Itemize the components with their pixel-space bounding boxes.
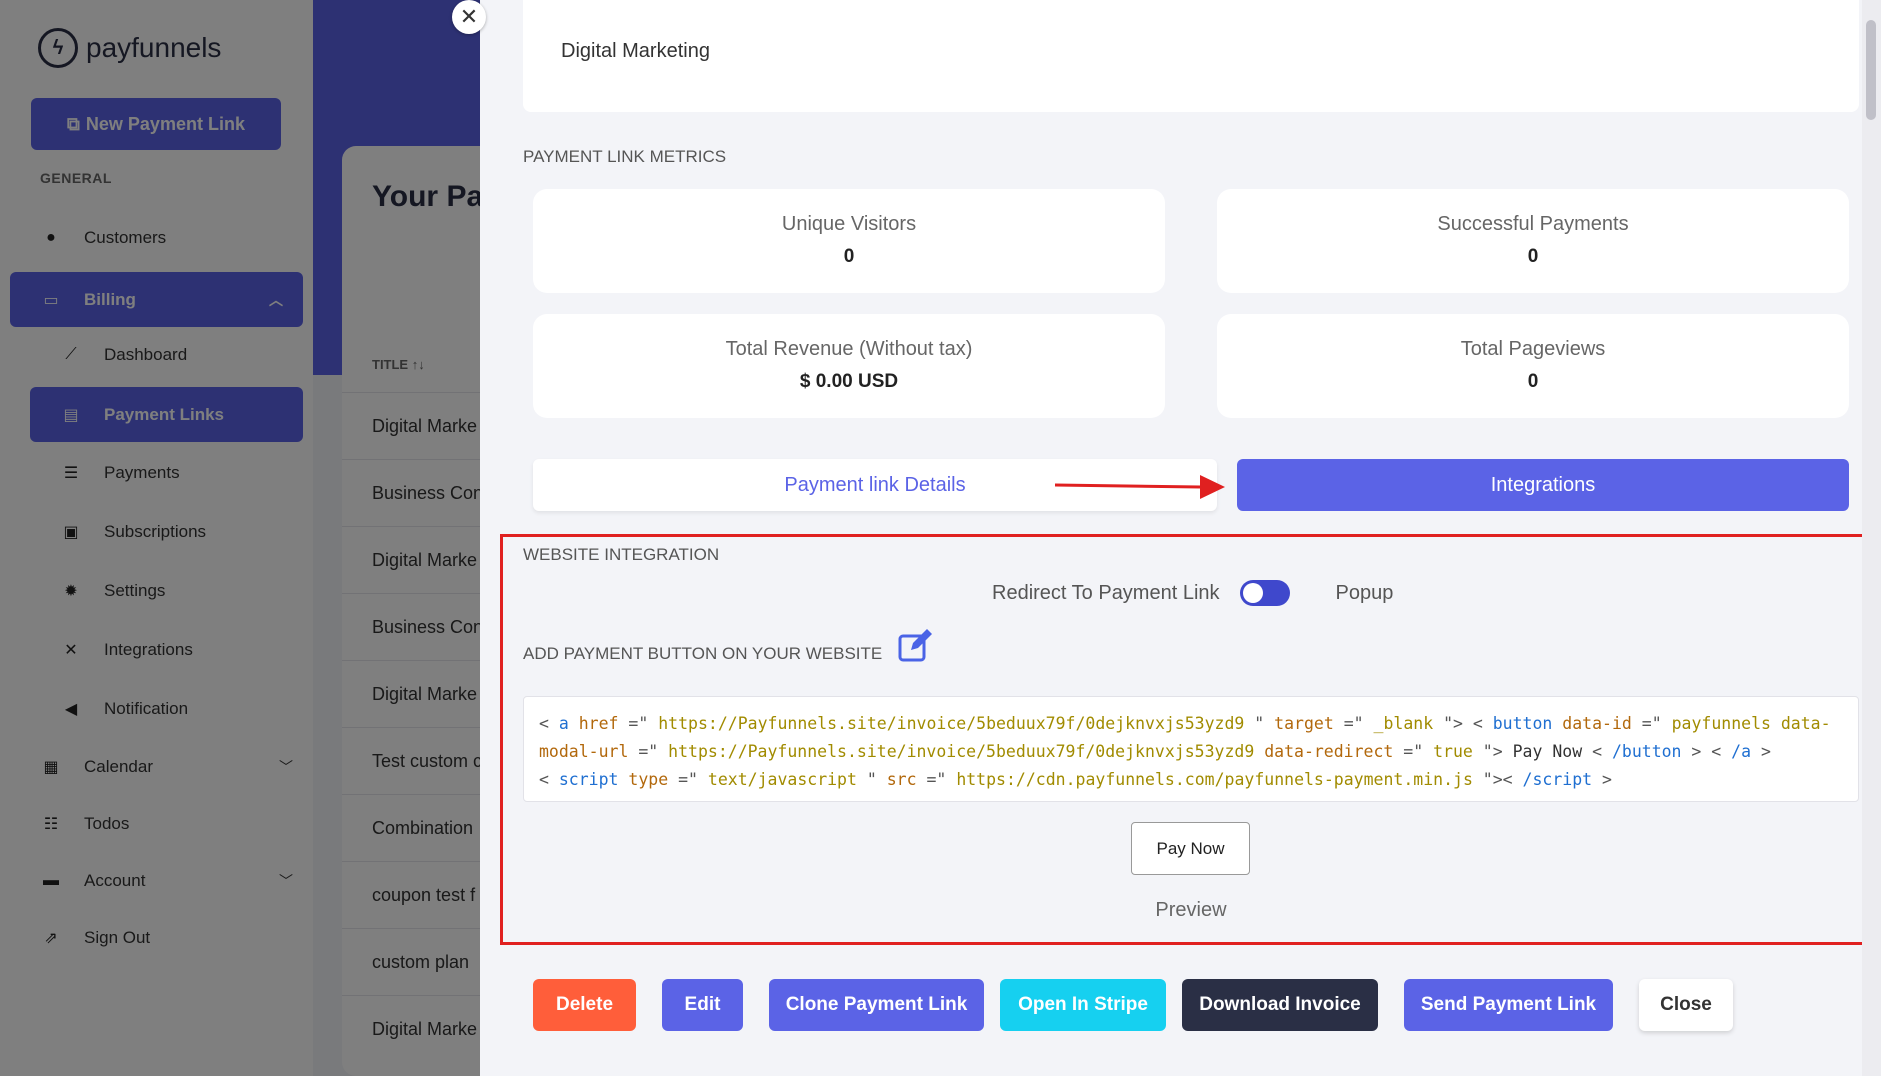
embed-code-snippet[interactable]: < a href =" https://Payfunnels.site/invo…: [523, 696, 1859, 802]
code-attr: data-redirect: [1264, 742, 1394, 761]
edit-button[interactable]: Edit: [662, 979, 743, 1031]
code-punc: > <: [1681, 742, 1732, 761]
code-punc: =": [1631, 714, 1672, 733]
code-script-type: text/javascript: [707, 770, 857, 789]
preview-label: Preview: [1155, 899, 1227, 921]
close-drawer-button[interactable]: ✕: [452, 0, 486, 34]
code-modal-url: https://Payfunnels.site/invoice/5beduux7…: [668, 742, 1255, 761]
close-button[interactable]: Close: [1639, 979, 1733, 1031]
code-punc: <: [539, 770, 559, 789]
metric-label: Total Revenue (Without tax): [725, 338, 973, 360]
send-payment-link-button[interactable]: Send Payment Link: [1404, 979, 1613, 1031]
pay-now-preview-button[interactable]: Pay Now: [1131, 822, 1250, 875]
code-punc: ">: [1472, 742, 1513, 761]
metric-value: 0: [1527, 246, 1539, 267]
toggle-label-popup: Popup: [1335, 581, 1394, 604]
code-punc: "><: [1472, 770, 1523, 789]
metric-label: Successful Payments: [1437, 213, 1629, 235]
delete-button[interactable]: Delete: [533, 979, 636, 1031]
clone-payment-link-button[interactable]: Clone Payment Link: [769, 979, 984, 1031]
code-attr: src: [886, 770, 917, 789]
code-tag: /button: [1611, 742, 1682, 761]
metric-total-revenue: Total Revenue (Without tax) $ 0.00 USD: [533, 314, 1165, 418]
code-punc: =": [668, 770, 708, 789]
code-tag: a: [558, 714, 569, 733]
metric-value: $ 0.00 USD: [799, 371, 899, 392]
code-punc: ": [1244, 714, 1275, 733]
link-title-card: Digital Marketing: [523, 0, 1859, 112]
code-data-id: payfunnels data-: [1671, 714, 1831, 733]
code-punc: =": [1393, 742, 1434, 761]
metric-value: 0: [1527, 371, 1539, 392]
code-punc: =": [628, 742, 669, 761]
code-punc: "> <: [1433, 714, 1493, 733]
metric-value: 0: [843, 246, 855, 267]
code-redirect: true: [1433, 742, 1473, 761]
code-attr: href: [578, 714, 619, 733]
edit-icon[interactable]: [897, 628, 933, 664]
metric-label: Unique Visitors: [781, 213, 917, 235]
code-punc: =": [1333, 714, 1374, 733]
code-punc: ": [856, 770, 887, 789]
add-payment-button-heading: ADD PAYMENT BUTTON ON YOUR WEBSITE: [523, 644, 883, 663]
code-modal-url-attr: modal-url: [539, 742, 629, 761]
code-attr: target: [1274, 714, 1334, 733]
code-target: _blank: [1373, 714, 1434, 733]
red-arrow-annotation: [1055, 475, 1225, 499]
code-script-src: https://cdn.payfunnels.com/payfunnels-pa…: [956, 770, 1473, 789]
metric-unique-visitors: Unique Visitors 0: [533, 189, 1165, 293]
integration-mode-toggle-row: Redirect To Payment Link Popup: [992, 580, 1393, 606]
download-invoice-button[interactable]: Download Invoice: [1182, 979, 1378, 1031]
metrics-heading: PAYMENT LINK METRICS: [523, 147, 727, 166]
code-invoice-url: https://Payfunnels.site/invoice/5beduux7…: [658, 714, 1245, 733]
scrollbar-thumb[interactable]: [1866, 20, 1876, 120]
open-in-stripe-button[interactable]: Open In Stripe: [1000, 979, 1166, 1031]
code-punc: >: [1592, 770, 1612, 789]
metric-total-pageviews: Total Pageviews 0: [1217, 314, 1849, 418]
code-tag: /a: [1731, 742, 1752, 761]
integration-mode-toggle[interactable]: [1239, 580, 1290, 606]
toggle-knob: [1242, 583, 1263, 603]
tab-integrations[interactable]: Integrations: [1237, 459, 1849, 511]
code-tag: button: [1492, 714, 1553, 733]
code-attr: data-id: [1562, 714, 1632, 733]
code-punc: =": [916, 770, 957, 789]
code-tag: /script: [1522, 770, 1593, 789]
code-punc: =": [618, 714, 659, 733]
code-tag: script: [558, 770, 619, 789]
metric-successful-payments: Successful Payments 0: [1217, 189, 1849, 293]
website-integration-heading: WEBSITE INTEGRATION: [523, 545, 720, 564]
metric-label: Total Pageviews: [1460, 338, 1606, 360]
code-button-text: Pay Now: [1512, 742, 1583, 761]
code-punc: <: [539, 714, 559, 733]
code-attr: type: [628, 770, 669, 789]
link-title: Digital Marketing: [561, 40, 710, 62]
code-punc: >: [1751, 742, 1771, 761]
close-icon: ✕: [459, 4, 479, 29]
toggle-label-redirect: Redirect To Payment Link: [992, 581, 1220, 604]
drawer-scrollbar[interactable]: [1862, 0, 1881, 1076]
code-punc: <: [1582, 742, 1612, 761]
